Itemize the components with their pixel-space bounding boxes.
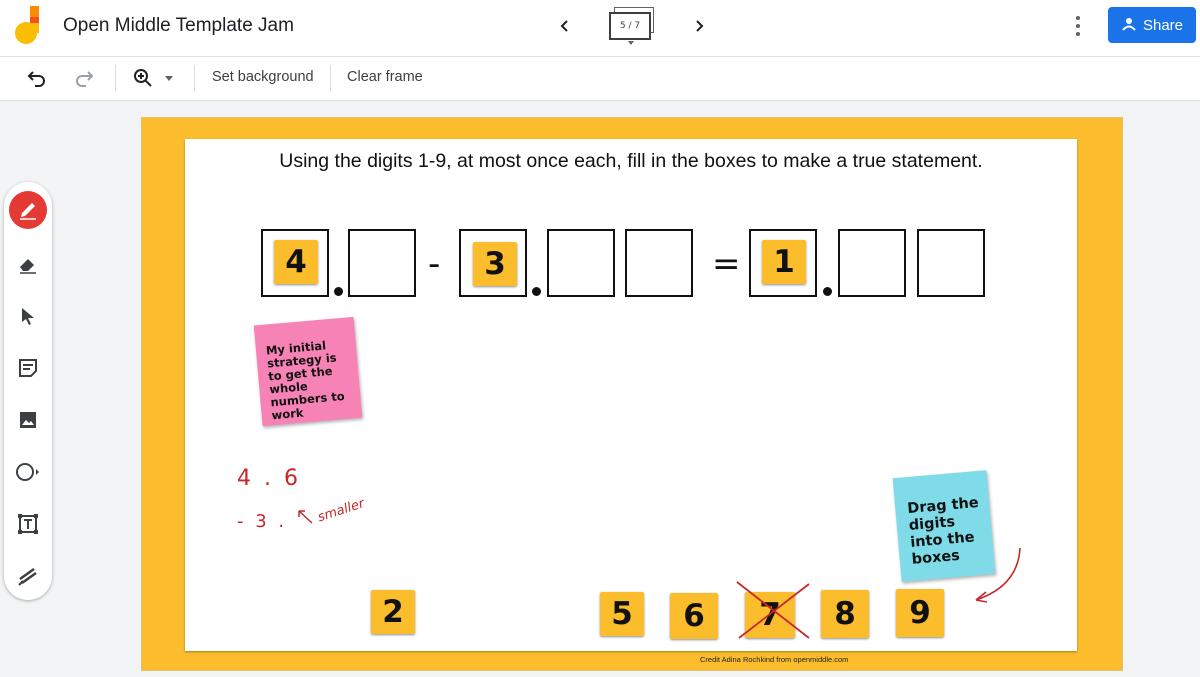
digit-tile-6[interactable]: 6 [670, 593, 718, 639]
redo-button[interactable] [71, 65, 97, 91]
next-frame-button[interactable] [685, 12, 713, 40]
zoom-dropdown-button[interactable] [162, 65, 176, 91]
digit-tile-1[interactable]: 1 [762, 240, 806, 284]
clear-frame-button[interactable]: Clear frame [347, 69, 423, 85]
circle-icon [16, 463, 39, 481]
pink-sticky-note[interactable]: My initial strategy is to get the whole … [253, 316, 363, 427]
equals-sign: = [712, 244, 741, 284]
minus-sign: - [428, 244, 441, 284]
credit-text: Credit Adina Rochkind from openmiddle.co… [700, 655, 849, 664]
document-title[interactable]: Open Middle Template Jam [63, 15, 294, 37]
question-text: Using the digits 1-9, at most once each,… [279, 150, 983, 172]
decimal-point [532, 287, 541, 296]
caret-down-icon [165, 75, 173, 81]
toolbar-divider [194, 65, 195, 91]
decimal-point [334, 287, 343, 296]
set-background-button[interactable]: Set background [212, 69, 314, 85]
edit-toolbar: Set background Clear frame [0, 57, 1200, 101]
share-label: Share [1142, 16, 1184, 34]
zoom-button[interactable] [130, 65, 156, 91]
shape-tool-button[interactable] [10, 454, 46, 490]
toolbar-divider [330, 65, 331, 91]
undo-button[interactable] [24, 65, 50, 91]
sticky-note-tool-button[interactable] [10, 350, 46, 386]
pen-icon [20, 203, 36, 220]
handwritten-line-1: 4 . 6 [237, 466, 301, 491]
digit-tile-5[interactable]: 5 [600, 592, 644, 636]
more-options-button[interactable] [1070, 14, 1086, 38]
digit-tile-9[interactable]: 9 [896, 589, 944, 637]
cross-out-mark [736, 581, 810, 639]
kebab-dot-icon [1076, 32, 1080, 36]
answer-box[interactable] [547, 229, 615, 297]
image-tool-button[interactable] [10, 402, 46, 438]
jamboard-logo[interactable] [14, 6, 44, 46]
select-tool-button[interactable] [10, 298, 46, 334]
eraser-icon [20, 259, 36, 274]
answer-box[interactable] [348, 229, 416, 297]
kebab-dot-icon [1076, 24, 1080, 28]
laser-tool-button[interactable] [10, 558, 46, 594]
share-people-icon [1122, 18, 1136, 31]
answer-box[interactable] [625, 229, 693, 297]
sticky-note-icon [19, 359, 37, 377]
laser-icon [18, 567, 37, 586]
digit-tile-8[interactable]: 8 [821, 590, 869, 638]
handwritten-line-2: - 3 . [237, 511, 288, 532]
digit-tile-3[interactable]: 3 [473, 242, 517, 286]
text-box-tool-button[interactable] [10, 506, 46, 542]
answer-box[interactable] [838, 229, 906, 297]
handwritten-arrow-icon [298, 510, 313, 524]
tool-rail [4, 182, 52, 600]
app-header: Open Middle Template Jam 5 / 7 Share [0, 0, 1200, 57]
decimal-point [823, 287, 832, 296]
kebab-dot-icon [1076, 16, 1080, 20]
redo-icon [76, 71, 94, 87]
share-button[interactable]: Share [1108, 7, 1196, 43]
caret-down-icon [628, 41, 634, 45]
digit-tile-4[interactable]: 4 [274, 240, 318, 284]
chevron-right-icon [696, 20, 704, 32]
text-box-icon [18, 514, 38, 534]
select-arrow-icon [22, 308, 34, 325]
eraser-tool-button[interactable] [10, 246, 46, 282]
undo-icon [27, 71, 45, 87]
digit-tile-2[interactable]: 2 [371, 590, 415, 634]
curved-arrow-icon [975, 547, 1021, 603]
pen-tool-button[interactable] [9, 191, 47, 229]
zoom-in-icon [134, 69, 152, 87]
answer-box[interactable] [917, 229, 985, 297]
image-icon [20, 412, 36, 428]
toolbar-divider [115, 65, 116, 91]
previous-frame-button[interactable] [551, 12, 579, 40]
chevron-left-icon [560, 20, 568, 32]
frame-indicator-button[interactable]: 5 / 7 [609, 12, 651, 40]
